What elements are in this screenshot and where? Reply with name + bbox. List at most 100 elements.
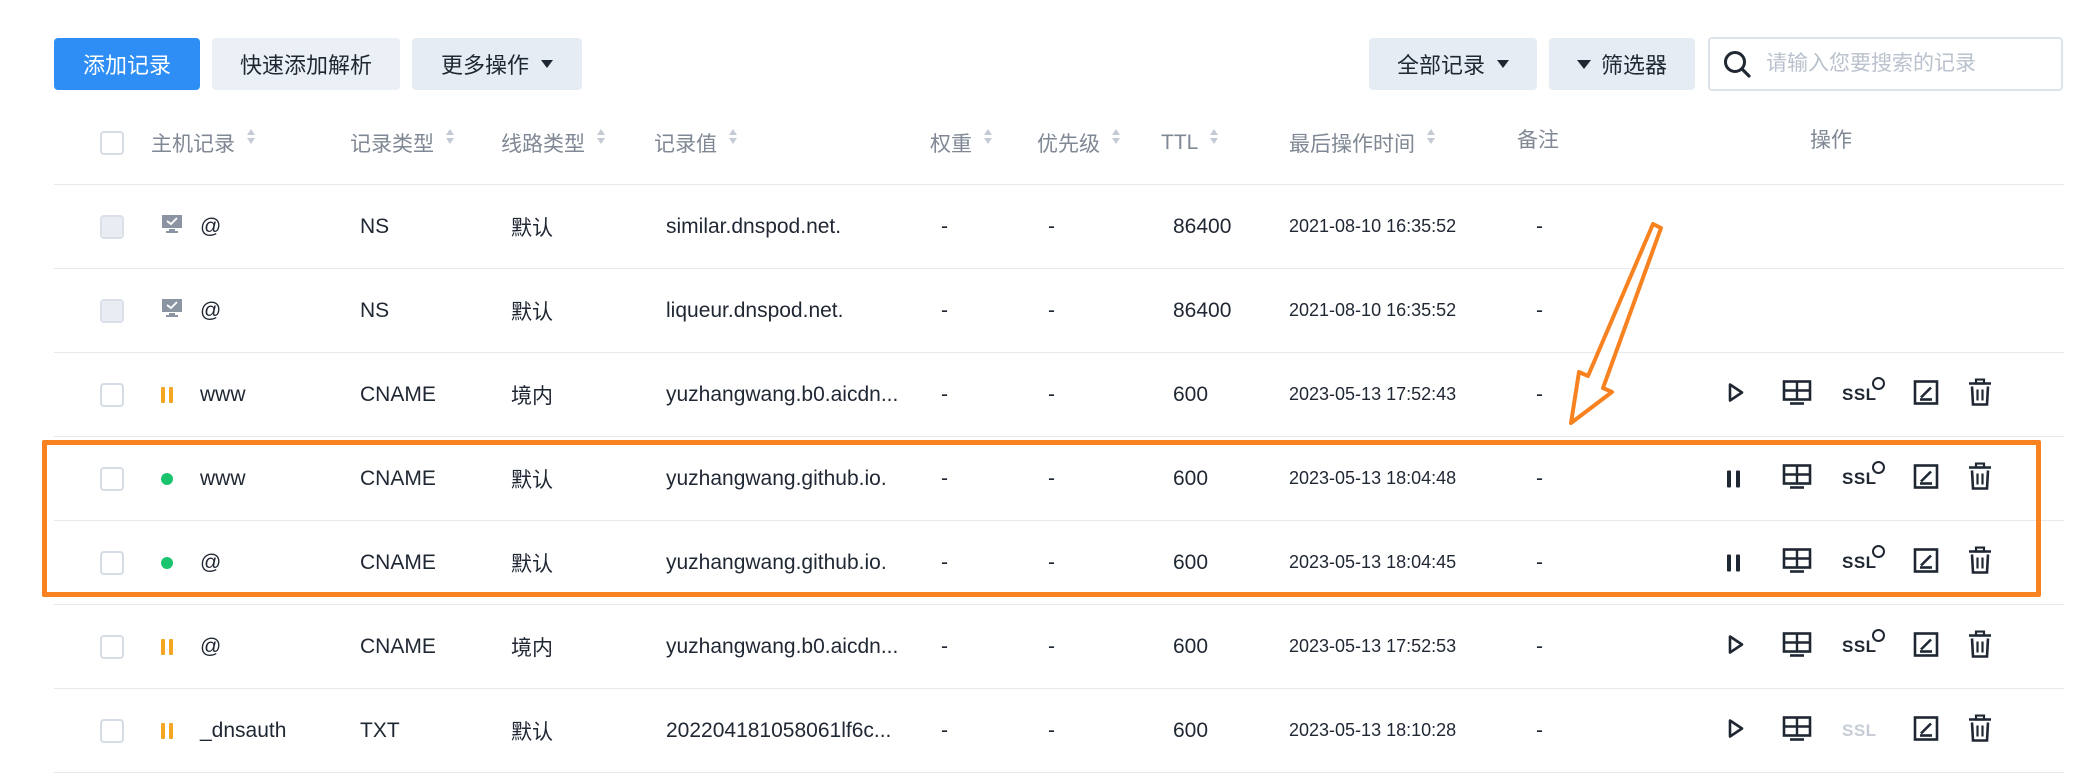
filter-button[interactable]: 筛选器 xyxy=(1549,38,1695,90)
remark-cell: - xyxy=(1536,214,1543,238)
monitor-button[interactable] xyxy=(1782,715,1812,746)
value-cell[interactable]: similar.dnspod.net. xyxy=(666,185,841,268)
sort-icon xyxy=(984,128,992,144)
type-cell: NS xyxy=(360,214,390,238)
delete-button[interactable] xyxy=(1967,461,1993,495)
host-cell: @ xyxy=(200,550,222,574)
enable-icon xyxy=(1727,717,1745,744)
edit-icon xyxy=(1913,631,1939,662)
row-checkbox[interactable] xyxy=(100,634,124,659)
monitor-button[interactable] xyxy=(1782,463,1812,494)
edit-button[interactable] xyxy=(1913,631,1939,662)
ssl-icon: SSL xyxy=(1842,376,1885,405)
priority-cell: - xyxy=(1048,298,1055,322)
ssl-icon: SSL xyxy=(1842,460,1885,489)
updated-cell: 2023-05-13 18:10:28 xyxy=(1289,720,1457,740)
value-cell[interactable]: 202204181058061lf6c... xyxy=(666,689,891,772)
monitor-icon xyxy=(1782,379,1812,410)
edit-button[interactable] xyxy=(1913,547,1939,578)
paused-status-icon xyxy=(161,638,173,655)
edit-button[interactable] xyxy=(1913,379,1939,410)
toggle-record-button[interactable] xyxy=(1727,717,1745,744)
type-cell: TXT xyxy=(360,718,400,742)
row-checkbox[interactable] xyxy=(100,382,124,407)
delete-button[interactable] xyxy=(1967,713,1993,747)
sort-icon xyxy=(247,128,255,144)
column-value[interactable]: 记录值 xyxy=(654,106,737,180)
more-actions-dropdown[interactable]: 更多操作 xyxy=(412,38,582,90)
search-icon[interactable] xyxy=(1722,49,1752,79)
select-all-checkbox[interactable] xyxy=(100,131,124,155)
row-checkbox[interactable] xyxy=(100,718,124,743)
host-cell: @ xyxy=(200,214,222,238)
ssl-button[interactable]: SSL xyxy=(1842,460,1885,489)
value-cell[interactable]: yuzhangwang.github.io. xyxy=(666,437,887,520)
quick-add-button[interactable]: 快速添加解析 xyxy=(212,38,400,90)
delete-button[interactable] xyxy=(1967,545,1993,579)
weight-cell: - xyxy=(941,634,948,658)
ssl-button[interactable]: SSL xyxy=(1842,376,1885,405)
trash-icon xyxy=(1967,629,1993,663)
column-line[interactable]: 线路类型 xyxy=(501,106,605,180)
monitor-button[interactable] xyxy=(1782,379,1812,410)
toggle-record-button[interactable] xyxy=(1727,633,1745,660)
updated-cell: 2021-08-10 16:35:52 xyxy=(1289,300,1457,320)
value-cell[interactable]: yuzhangwang.b0.aicdn... xyxy=(666,605,898,688)
more-actions-label: 更多操作 xyxy=(440,53,529,78)
row-actions: SSL xyxy=(1664,521,2064,604)
table-row: _dnsauth TXT 默认 202204181058061lf6c... -… xyxy=(54,689,2064,773)
line-cell: 默认 xyxy=(511,720,553,744)
pause-icon xyxy=(1727,554,1740,571)
updated-cell: 2023-05-13 18:04:48 xyxy=(1289,468,1457,488)
delete-button[interactable] xyxy=(1967,629,1993,663)
toggle-record-button[interactable] xyxy=(1727,554,1740,571)
monitor-button[interactable] xyxy=(1782,631,1812,662)
add-record-button[interactable]: 添加记录 xyxy=(54,38,200,90)
host-cell: www xyxy=(200,382,246,406)
ssl-icon: SSL xyxy=(1842,628,1885,657)
pause-icon xyxy=(1727,470,1740,487)
toggle-record-button[interactable] xyxy=(1727,470,1740,487)
all-records-dropdown[interactable]: 全部记录 xyxy=(1369,38,1537,90)
remark-cell: - xyxy=(1536,298,1543,322)
ssl-button[interactable]: SSL xyxy=(1842,628,1885,657)
weight-cell: - xyxy=(941,718,948,742)
value-cell[interactable]: liqueur.dnspod.net. xyxy=(666,269,843,352)
type-cell: CNAME xyxy=(360,466,436,490)
row-checkbox[interactable] xyxy=(100,550,124,575)
sort-icon xyxy=(597,128,605,144)
weight-cell: - xyxy=(941,298,948,322)
column-priority[interactable]: 优先级 xyxy=(1037,106,1120,180)
column-updated[interactable]: 最后操作时间 xyxy=(1289,106,1435,180)
ssl-button[interactable]: SSL xyxy=(1842,544,1885,573)
remark-cell: - xyxy=(1536,382,1543,406)
remark-cell: - xyxy=(1536,718,1543,742)
remark-cell: - xyxy=(1536,634,1543,658)
host-cell: _dnsauth xyxy=(200,718,287,742)
type-cell: CNAME xyxy=(360,634,436,658)
edit-button[interactable] xyxy=(1913,463,1939,494)
ssl-button: SSL xyxy=(1842,721,1877,741)
value-cell[interactable]: yuzhangwang.b0.aicdn... xyxy=(666,353,898,436)
updated-cell: 2023-05-13 17:52:53 xyxy=(1289,636,1457,656)
table-row: @ NS 默认 similar.dnspod.net. - - 86400 20… xyxy=(54,185,2064,269)
row-checkbox[interactable] xyxy=(100,466,124,491)
system-record-icon xyxy=(161,298,183,324)
sort-icon xyxy=(446,128,454,144)
row-actions: SSL xyxy=(1664,353,2064,436)
table-row: @ NS 默认 liqueur.dnspod.net. - - 86400 20… xyxy=(54,269,2064,353)
remark-cell: - xyxy=(1536,550,1543,574)
column-type[interactable]: 记录类型 xyxy=(350,106,454,180)
edit-button[interactable] xyxy=(1913,715,1939,746)
table-row: www CNAME 境内 yuzhangwang.b0.aicdn... - -… xyxy=(54,353,2064,437)
search-input[interactable] xyxy=(1764,51,2038,77)
toggle-record-button[interactable] xyxy=(1727,381,1745,408)
column-weight[interactable]: 权重 xyxy=(930,106,992,180)
column-ttl[interactable]: TTL xyxy=(1161,106,1219,180)
dns-records-table: 主机记录 记录类型 线路类型 记录值 权重 优先级 TTL 最后操作时间 备注 … xyxy=(54,110,2064,773)
column-host[interactable]: 主机记录 xyxy=(151,106,255,180)
monitor-button[interactable] xyxy=(1782,547,1812,578)
table-row: www CNAME 默认 yuzhangwang.github.io. - - … xyxy=(54,437,2064,521)
delete-button[interactable] xyxy=(1967,377,1993,411)
value-cell[interactable]: yuzhangwang.github.io. xyxy=(666,521,887,604)
